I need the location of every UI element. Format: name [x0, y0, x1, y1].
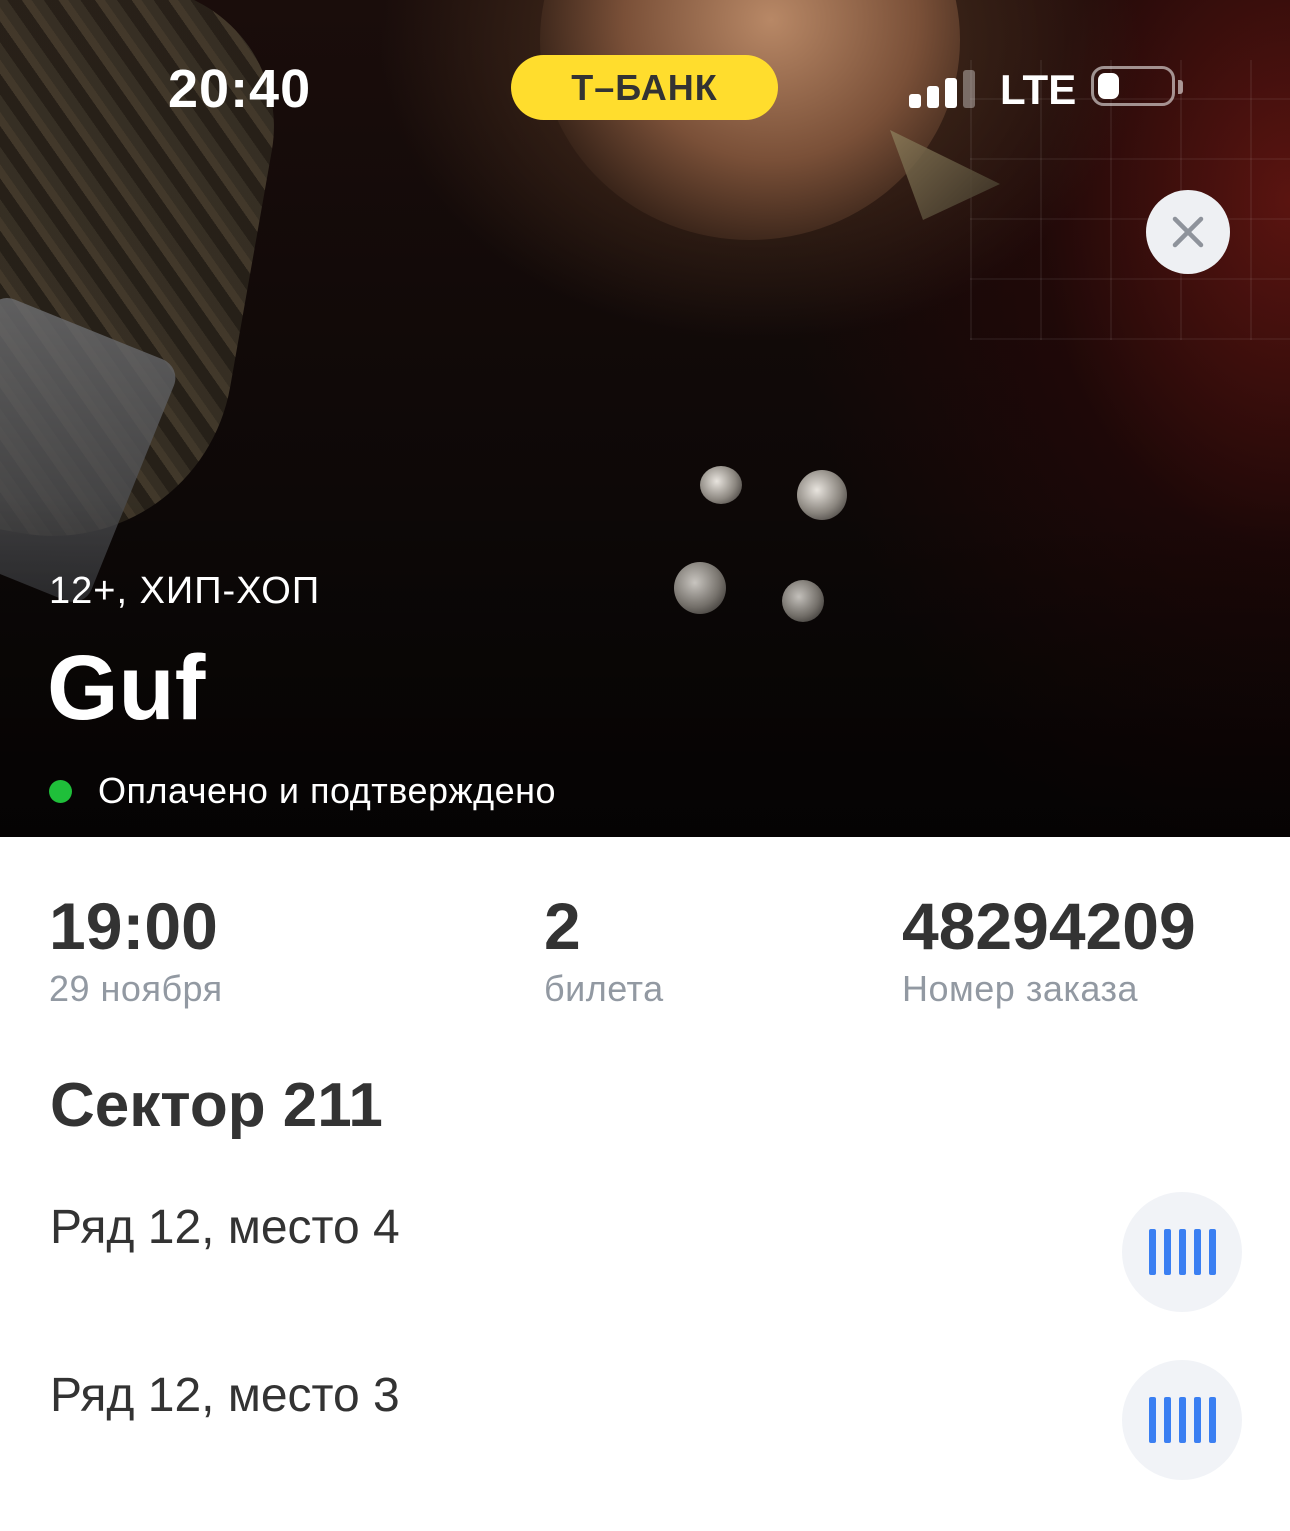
order-number-label: Номер заказа	[902, 968, 1139, 1009]
sector-title: Сектор 211	[50, 1071, 383, 1140]
seat-label: Ряд 12, место 3	[50, 1369, 400, 1422]
payment-status-text: Оплачено и подтверждено	[98, 770, 557, 811]
order-number[interactable]: 48294209	[902, 888, 1196, 964]
battery-tip	[1178, 80, 1183, 94]
network-type: LTE	[1000, 66, 1077, 113]
close-button[interactable]	[1146, 190, 1230, 274]
battery-icon	[1091, 66, 1175, 106]
event-time: 19:00	[49, 889, 218, 963]
event-genre: 12+, ХИП-ХОП	[49, 570, 321, 612]
signal-strength-icon	[909, 70, 975, 108]
barcode-icon	[1148, 1229, 1216, 1275]
event-time-stat: 19:00 29 ноября	[49, 888, 223, 1012]
artist-face	[540, 0, 960, 240]
ticket-count: 2	[544, 889, 581, 963]
seat-row[interactable]: Ряд 12, место 3	[50, 1360, 1242, 1480]
ticket-count-stat: 2 билета	[544, 888, 664, 1012]
seat-row[interactable]: Ряд 12, место 4	[50, 1192, 1242, 1312]
seat-label: Ряд 12, место 4	[50, 1201, 400, 1254]
ticket-barcode-button[interactable]	[1122, 1360, 1242, 1480]
close-icon	[1172, 216, 1204, 248]
bank-badge-label: Т–БАНК	[571, 66, 718, 108]
event-title: Guf	[47, 637, 206, 739]
event-date: 29 ноября	[49, 968, 223, 1009]
ticket-barcode-button[interactable]	[1122, 1192, 1242, 1312]
bank-badge[interactable]: Т–БАНК	[511, 55, 778, 120]
barcode-icon	[1148, 1397, 1216, 1443]
order-number-stat[interactable]: 48294209 Номер заказа	[902, 888, 1196, 1012]
status-bar-time: 20:40	[168, 59, 312, 119]
status-dot-icon	[49, 779, 72, 803]
payment-status: Оплачено и подтверждено	[49, 770, 556, 812]
ticket-count-label: билета	[544, 968, 664, 1009]
